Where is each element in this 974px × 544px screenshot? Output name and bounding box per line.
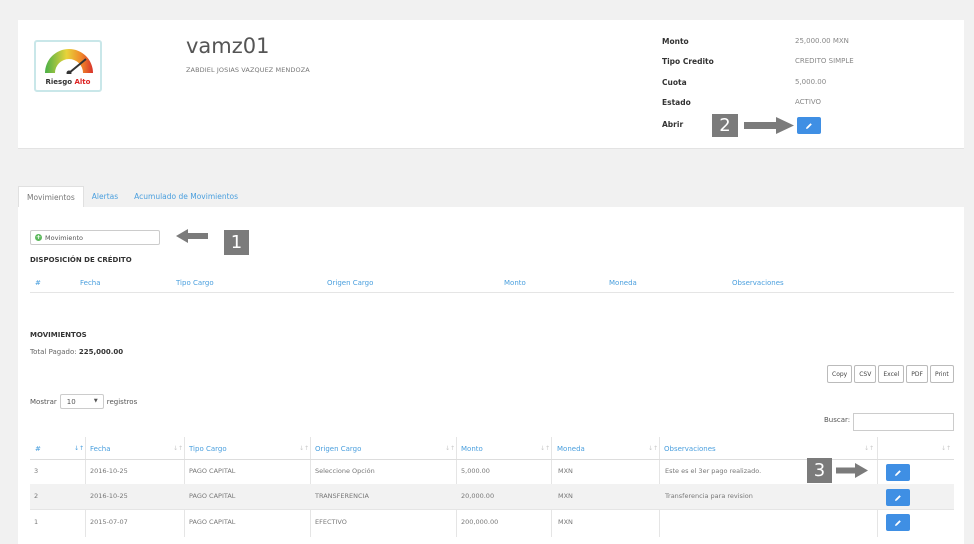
info-value-tipo-credito: CREDITO SIMPLE	[795, 57, 854, 65]
info-value-cuota: 5,000.00	[795, 78, 827, 86]
cell-tipo-cargo: PAGO CAPITAL	[189, 467, 236, 475]
excel-button[interactable]: Excel	[878, 365, 905, 383]
print-button[interactable]: Print	[929, 365, 954, 383]
col-monto[interactable]: Monto	[461, 445, 483, 453]
cell-tipo-cargo: PAGO CAPITAL	[189, 492, 236, 500]
cell-moneda: MXN	[558, 492, 573, 500]
edit-row-2-button[interactable]	[886, 489, 910, 506]
arrow-right-icon	[744, 117, 794, 134]
sort-icon: ↓↑	[540, 445, 551, 452]
col-fecha[interactable]: Fecha	[90, 445, 111, 453]
cell-monto: 5,000.00	[461, 467, 490, 475]
add-movimiento-label: Movimiento	[45, 233, 84, 242]
cell-num: 3	[34, 467, 39, 475]
info-label-estado: Estado	[662, 98, 691, 107]
search-input[interactable]	[853, 413, 954, 431]
tab-bar: Movimientos Alertas Acumulado de Movimie…	[18, 186, 246, 208]
registros-label: registros	[106, 397, 138, 406]
sort-icon: ↓↑	[445, 445, 456, 452]
sort-desc-icon: ↓↑	[74, 445, 85, 452]
sort-icon: ↓↑	[299, 445, 310, 452]
tab-acumulado[interactable]: Acumulado de Movimientos	[126, 186, 246, 208]
info-label-abrir: Abrir	[662, 120, 684, 129]
cell-monto: 20,000.00	[461, 492, 495, 500]
cell-fecha: 2016-10-25	[90, 467, 128, 475]
sort-icon: ↓↑	[173, 445, 184, 452]
total-pagado: Total Pagado: 225,000.00	[30, 348, 124, 356]
cell-monto: 200,000.00	[461, 518, 499, 526]
add-movimiento-button[interactable]: + Movimiento	[30, 230, 160, 245]
cell-origen-cargo: Seleccione Opción	[315, 467, 375, 475]
username: vamz01	[186, 34, 270, 58]
export-buttons: Copy CSV Excel PDF Print	[827, 365, 954, 383]
pencil-icon	[806, 122, 812, 129]
cell-observaciones: Este es el 3er pago realizado.	[665, 467, 762, 475]
disposicion-title: DISPOSICIÓN DE CRÉDITO	[30, 256, 132, 264]
cell-moneda: MXN	[558, 518, 573, 526]
disp-col-origen-cargo[interactable]: Origen Cargo	[327, 279, 373, 287]
annotation-badge-3: 3	[807, 458, 832, 483]
edit-row-3-button[interactable]	[886, 464, 910, 481]
risk-logo: Riesgo Alto	[34, 40, 102, 92]
info-label-monto: Monto	[662, 37, 689, 46]
client-header: Riesgo Alto vamz01 ZABDIEL JOSIAS VAZQUE…	[18, 20, 964, 149]
page-size-select[interactable]: 10 ▼	[59, 394, 104, 409]
col-origen-cargo[interactable]: Origen Cargo	[315, 445, 361, 453]
info-value-monto: 25,000.00 MXN	[795, 37, 849, 45]
movimientos-title: MOVIMIENTOS	[30, 331, 87, 339]
logo-text: Riesgo Alto	[45, 78, 91, 86]
sort-icon: ↓↑	[864, 445, 875, 452]
caret-down-icon: ▼	[93, 398, 98, 404]
arrow-left-icon	[176, 229, 208, 243]
col-num[interactable]: #	[35, 445, 41, 453]
open-credit-button[interactable]	[797, 117, 821, 134]
tab-alertas[interactable]: Alertas	[84, 186, 126, 208]
disp-col-fecha[interactable]: Fecha	[80, 279, 101, 287]
pencil-icon	[895, 519, 901, 526]
disp-col-num[interactable]: #	[35, 279, 41, 287]
sort-icon: ↓↑	[941, 445, 952, 452]
movimientos-panel: + Movimiento 1 DISPOSICIÓN DE CRÉDITO # …	[18, 207, 964, 544]
disp-col-moneda[interactable]: Moneda	[609, 279, 637, 287]
pencil-icon	[895, 469, 901, 476]
col-moneda[interactable]: Moneda	[557, 445, 585, 453]
cell-fecha: 2016-10-25	[90, 492, 128, 500]
disp-col-monto[interactable]: Monto	[504, 279, 526, 287]
table-row: 1 2015-07-07 PAGO CAPITAL EFECTIVO 200,0…	[30, 509, 954, 534]
copy-button[interactable]: Copy	[827, 365, 853, 383]
cell-origen-cargo: TRANSFERENCIA	[315, 492, 369, 500]
disp-col-observaciones[interactable]: Observaciones	[732, 279, 784, 287]
cell-origen-cargo: EFECTIVO	[315, 518, 347, 526]
csv-button[interactable]: CSV	[854, 365, 877, 383]
info-value-estado: ACTIVO	[795, 98, 822, 106]
cell-tipo-cargo: PAGO CAPITAL	[189, 518, 236, 526]
disp-col-tipo-cargo[interactable]: Tipo Cargo	[176, 279, 214, 287]
cell-observaciones: Transferencia para revision	[665, 492, 753, 500]
table-row: 2 2016-10-25 PAGO CAPITAL TRANSFERENCIA …	[30, 484, 954, 509]
sort-icon: ↓↑	[648, 445, 659, 452]
page-size-control: Mostrar 10 ▼ registros	[30, 394, 137, 409]
col-observaciones[interactable]: Observaciones	[664, 445, 716, 453]
tab-movimientos[interactable]: Movimientos	[18, 186, 84, 208]
cell-num: 1	[34, 518, 39, 526]
cell-num: 2	[34, 492, 39, 500]
info-label-cuota: Cuota	[662, 78, 687, 87]
edit-row-1-button[interactable]	[886, 514, 910, 531]
gauge-icon	[45, 49, 93, 74]
arrow-right-icon	[836, 463, 868, 478]
annotation-badge-1: 1	[224, 230, 249, 255]
pencil-icon	[895, 494, 901, 501]
annotation-badge-2: 2	[712, 114, 738, 137]
plus-icon: +	[35, 234, 42, 241]
client-fullname: ZABDIEL JOSIAS VAZQUEZ MENDOZA	[186, 66, 310, 74]
info-label-tipo-credito: Tipo Credito	[662, 57, 714, 66]
pdf-button[interactable]: PDF	[906, 365, 928, 383]
divider	[30, 292, 954, 293]
cell-fecha: 2015-07-07	[90, 518, 128, 526]
cell-moneda: MXN	[558, 467, 573, 475]
mostrar-label: Mostrar	[30, 397, 57, 406]
col-tipo-cargo[interactable]: Tipo Cargo	[189, 445, 227, 453]
search-label: Buscar:	[824, 416, 851, 424]
